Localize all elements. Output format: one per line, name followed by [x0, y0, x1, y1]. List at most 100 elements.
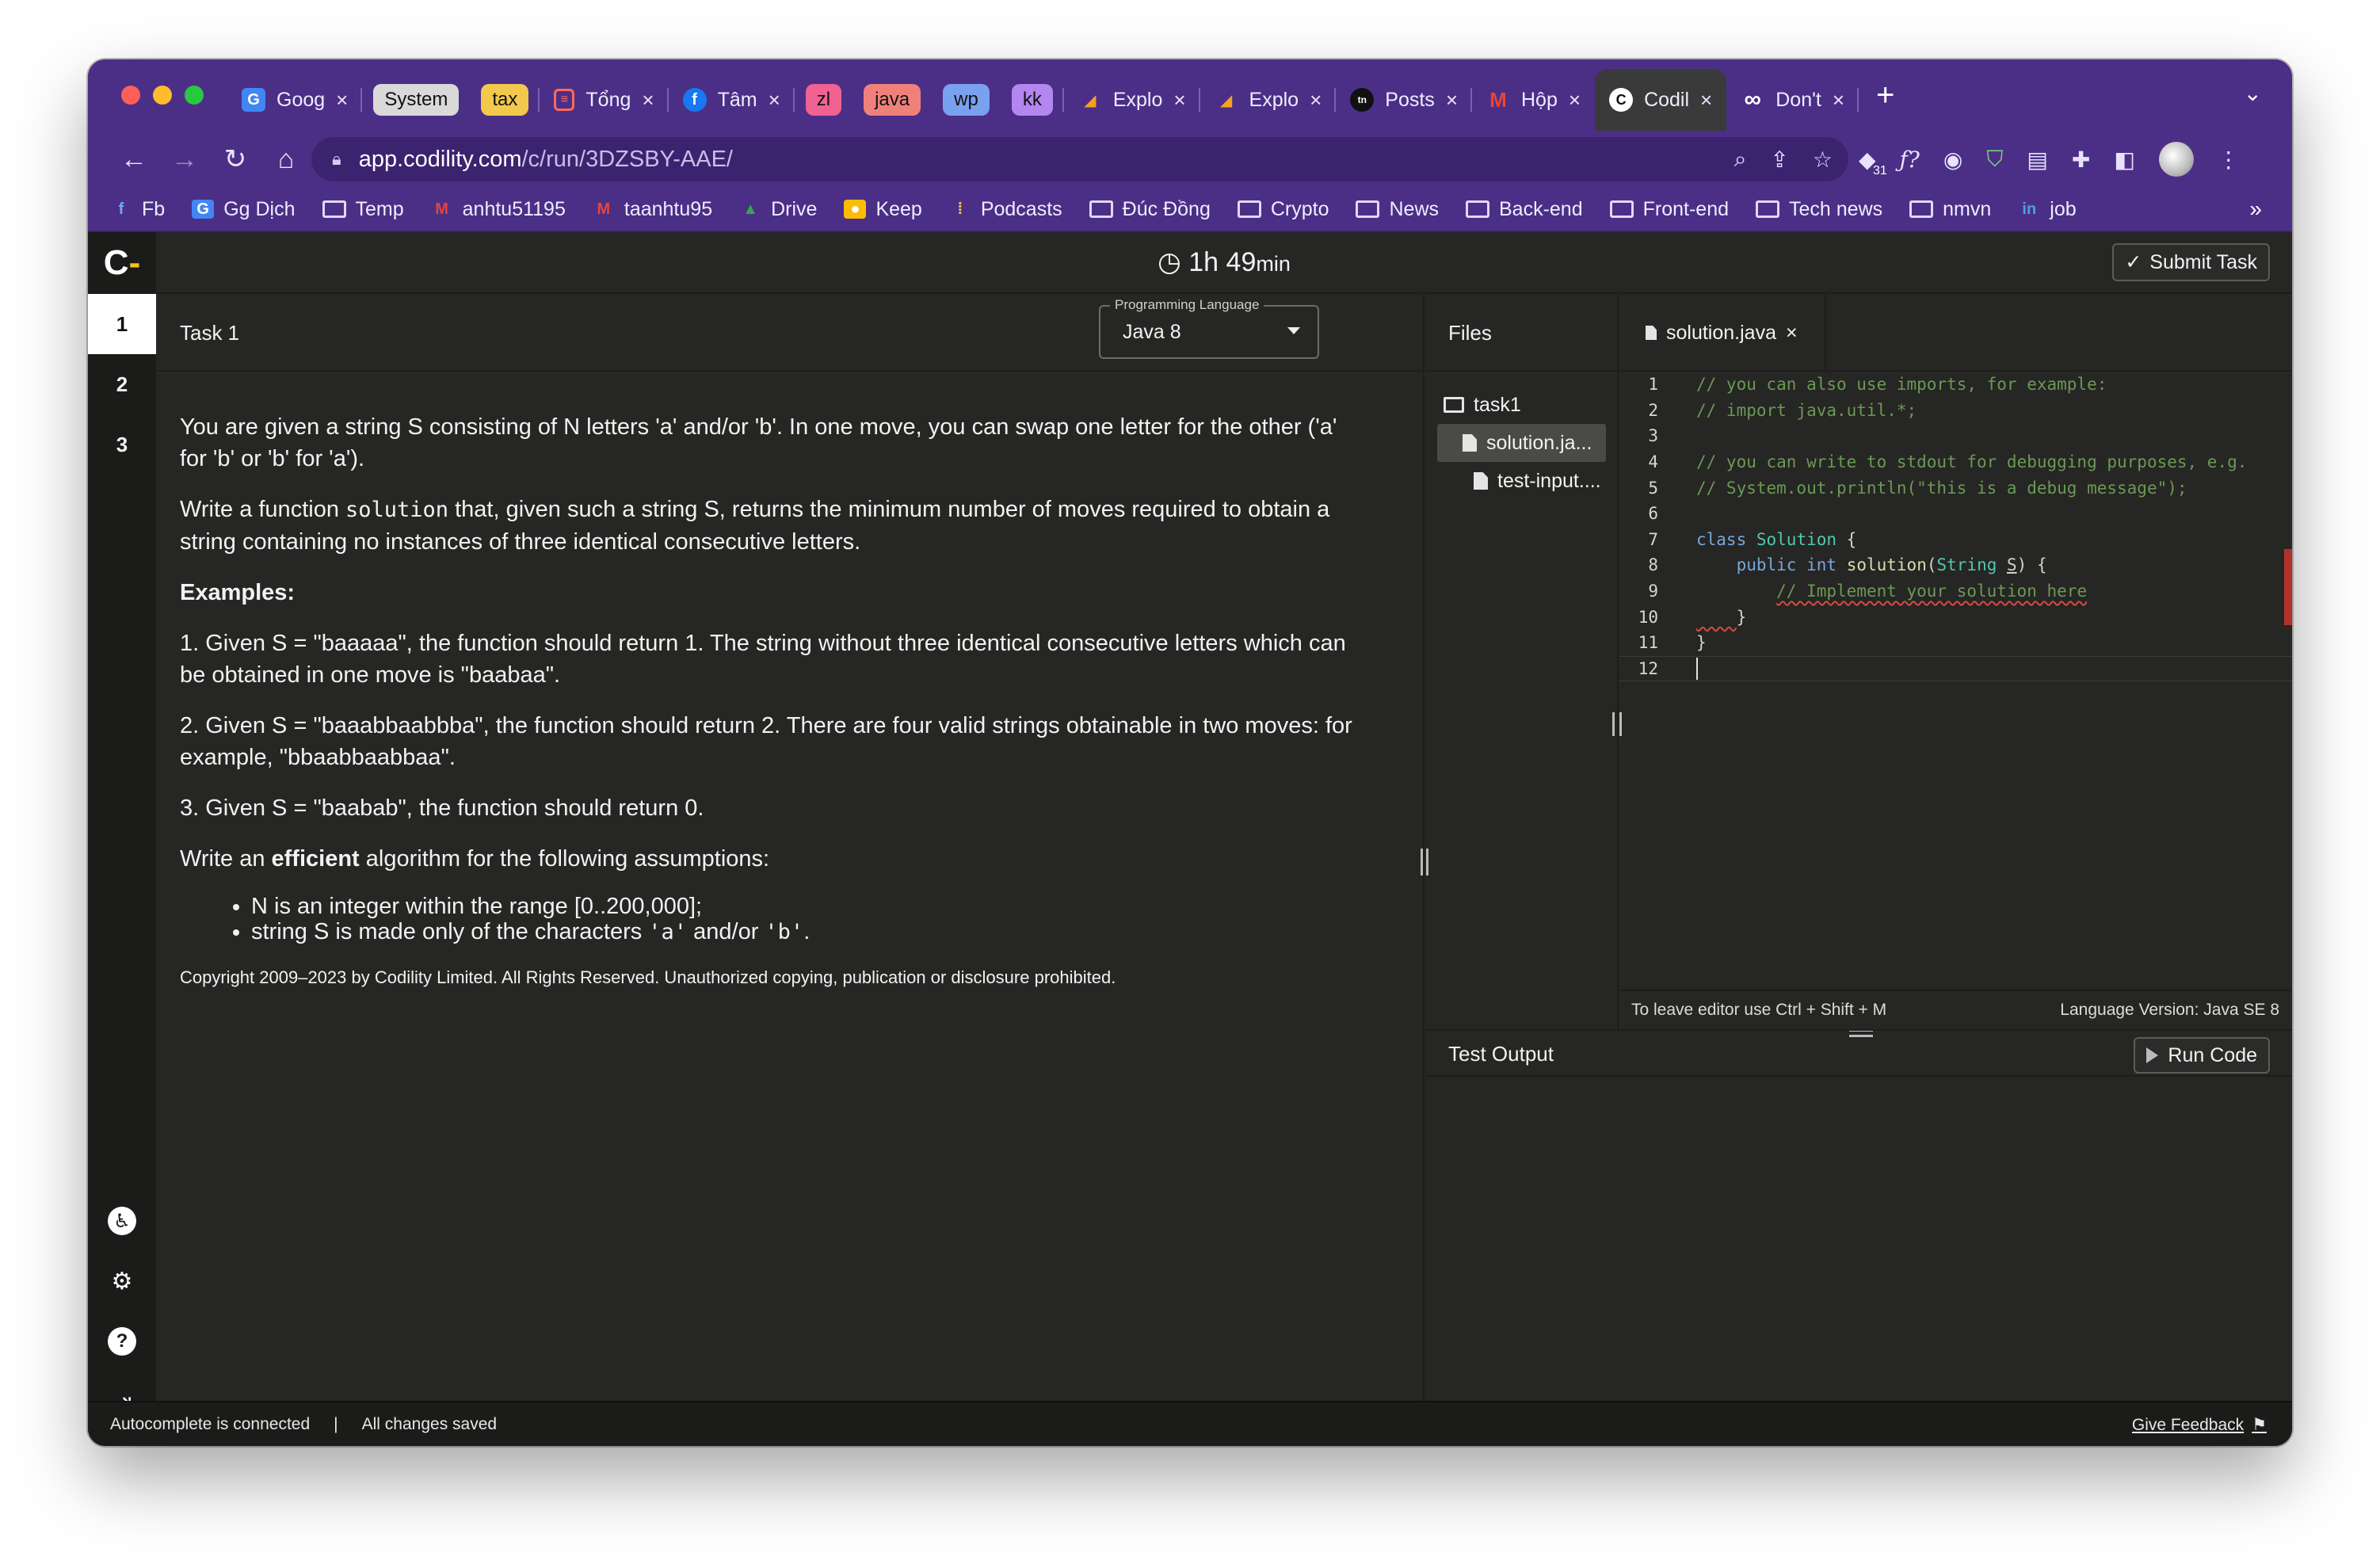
bookmark-drive[interactable]: ▲ Drive: [739, 198, 817, 221]
bookmark-fb[interactable]: f Fb: [110, 198, 166, 221]
url-host: app.codility.com: [358, 146, 522, 172]
bookmark-duc-dong[interactable]: Đúc Đồng: [1089, 198, 1211, 221]
zoom-window-button[interactable]: [185, 86, 204, 105]
bookmark-front-end[interactable]: Front-end: [1609, 198, 1729, 221]
bookmark-news[interactable]: News: [1356, 198, 1439, 221]
tab-tong[interactable]: ≡ Tổng ×: [540, 75, 669, 124]
file-solution[interactable]: solution.ja...: [1437, 424, 1606, 462]
bookmark-job[interactable]: in job: [2018, 198, 2076, 221]
folder-icon: [1756, 200, 1780, 218]
bookmark-anhtu51195[interactable]: Manhtu51195: [431, 198, 566, 221]
close-icon[interactable]: ×: [642, 88, 654, 113]
chevron-down-icon[interactable]: ⌄: [2244, 80, 2262, 106]
zoom-icon[interactable]: ⌕: [1734, 147, 1747, 173]
close-icon[interactable]: ×: [1173, 88, 1185, 113]
tab-group-java[interactable]: java: [852, 75, 932, 124]
kebab-menu-icon[interactable]: ⋮: [2218, 147, 2240, 173]
lock-icon[interactable]: 🔒︎: [332, 149, 341, 170]
file-tree: task1 solution.ja... test-input....: [1426, 372, 1617, 500]
forward-button[interactable]: →: [159, 144, 210, 175]
inline-code: 'a': [648, 920, 688, 944]
reload-button[interactable]: ↻: [210, 143, 261, 175]
folder-task1[interactable]: task1: [1426, 386, 1617, 424]
tab-google-translate[interactable]: G Goog ×: [227, 75, 363, 124]
tab-group-zl[interactable]: zl: [795, 75, 852, 124]
bookmark-tech-news[interactable]: Tech news: [1756, 198, 1882, 221]
tab-group-tax[interactable]: tax: [470, 75, 540, 124]
file-test-input[interactable]: test-input....: [1437, 462, 1606, 500]
task-nav-1[interactable]: 1: [88, 294, 156, 354]
code-comment: // Implement your solution here: [1776, 582, 2088, 601]
copyright-notice: Copyright 2009–2023 by Codility Limited.…: [180, 967, 1116, 987]
bookmark-gg-dich[interactable]: G Gg Dịch: [192, 198, 296, 221]
help-icon[interactable]: ?: [108, 1327, 136, 1356]
close-icon[interactable]: ×: [1569, 88, 1581, 113]
task-nav-2[interactable]: 2: [88, 354, 156, 414]
tab-facebook[interactable]: f Tâm ×: [669, 75, 795, 124]
puzzle-icon[interactable]: ✚: [2072, 147, 2090, 173]
tab-label: Goog: [277, 88, 326, 111]
extension-icon[interactable]: ◆ 31: [1859, 147, 1887, 177]
address-bar[interactable]: 🔒︎ app.codility.com/c/run/3DZSBY-AAE/ ⌕ …: [311, 137, 1848, 181]
url-path: /c/run/3DZSBY-AAE/: [521, 146, 733, 172]
bookmark-podcasts[interactable]: ⁞ Podcasts: [949, 198, 1062, 221]
close-icon[interactable]: ×: [1310, 88, 1322, 113]
error-marker: [2284, 549, 2292, 625]
task-nav-3[interactable]: 3: [88, 414, 156, 475]
give-feedback-link[interactable]: Give Feedback ⚑: [2132, 1415, 2267, 1435]
task-paragraph: You are given a string S consisting of N…: [180, 414, 1337, 471]
file-label: solution.ja...: [1486, 431, 1592, 454]
bookmark-temp[interactable]: Temp: [322, 198, 404, 221]
tab-posts[interactable]: tn Posts ×: [1336, 75, 1472, 124]
back-button[interactable]: ←: [109, 144, 159, 175]
close-icon[interactable]: ×: [1786, 322, 1798, 345]
test-output-header: Test Output Run Code: [1426, 1031, 2292, 1077]
shield-icon[interactable]: ⛉: [1986, 147, 2003, 173]
close-icon[interactable]: ×: [1700, 88, 1712, 113]
home-button[interactable]: ⌂: [261, 144, 311, 175]
minimize-window-button[interactable]: [153, 86, 172, 105]
assumptions-list: N is an integer within the range [0..200…: [251, 894, 1368, 945]
tab-group-label: tax: [481, 84, 529, 116]
side-panel-icon[interactable]: ◧: [2114, 147, 2134, 173]
close-icon[interactable]: ×: [1446, 88, 1458, 113]
reader-extension-icon[interactable]: ▤: [2027, 147, 2047, 173]
share-icon[interactable]: ⇪: [1770, 147, 1788, 173]
bookmark-back-end[interactable]: Back-end: [1466, 198, 1583, 221]
tab-label: Explo: [1112, 88, 1163, 111]
owl-extension-icon[interactable]: ◉: [1943, 147, 1962, 173]
close-window-button[interactable]: [121, 86, 140, 105]
close-icon[interactable]: ×: [769, 88, 780, 113]
accessibility-icon[interactable]: ♿︎: [108, 1207, 136, 1235]
code-area[interactable]: 1 // you can also use imports, for exampl…: [1619, 372, 2292, 990]
editor-tab-solution[interactable]: solution.java ×: [1619, 294, 1826, 372]
bookmark-nmvn[interactable]: nmvn: [1909, 198, 1991, 221]
code-line: 9 // Implement your solution here: [1619, 578, 2292, 605]
tab-explore-1[interactable]: ◢ Explo ×: [1064, 75, 1200, 124]
tab-codility[interactable]: C Codil ×: [1595, 69, 1727, 131]
bookmark-keep[interactable]: ● Keep: [844, 198, 922, 221]
bookmark-taanhtu95[interactable]: Mtaanhtu95: [593, 198, 713, 221]
bookmark-label: News: [1389, 197, 1439, 220]
bookmark-crypto[interactable]: Crypto: [1237, 198, 1329, 221]
tab-group-kk[interactable]: kk: [1001, 75, 1064, 124]
tab-group-wp[interactable]: wp: [932, 75, 1001, 124]
run-code-button[interactable]: Run Code: [2134, 1037, 2270, 1074]
language-select[interactable]: Programming Language Java 8: [1099, 297, 1319, 359]
file-icon: [1474, 472, 1488, 490]
avatar[interactable]: [2158, 142, 2194, 177]
tab-group-system[interactable]: System: [362, 75, 470, 124]
bookmarks-overflow-button[interactable]: »: [2249, 196, 2262, 222]
close-icon[interactable]: ×: [336, 88, 348, 113]
formula-extension-icon[interactable]: ƒ?: [1900, 147, 1920, 173]
tab-explore-2[interactable]: ◢ Explo ×: [1200, 75, 1337, 124]
text-run: Write a function: [180, 497, 346, 522]
gear-icon[interactable]: ⚙: [108, 1267, 136, 1295]
tab-gmail[interactable]: M Hộp ×: [1472, 75, 1595, 124]
tab-dont[interactable]: ∞ Don't ×: [1726, 75, 1859, 124]
submit-task-button[interactable]: ✓ Submit Task: [2112, 243, 2270, 281]
new-tab-button[interactable]: +: [1876, 78, 1894, 113]
close-icon[interactable]: ×: [1833, 88, 1844, 113]
code-line: 8 public int solution(String S) {: [1619, 552, 2292, 578]
bookmark-star-icon[interactable]: ☆: [1813, 147, 1833, 173]
